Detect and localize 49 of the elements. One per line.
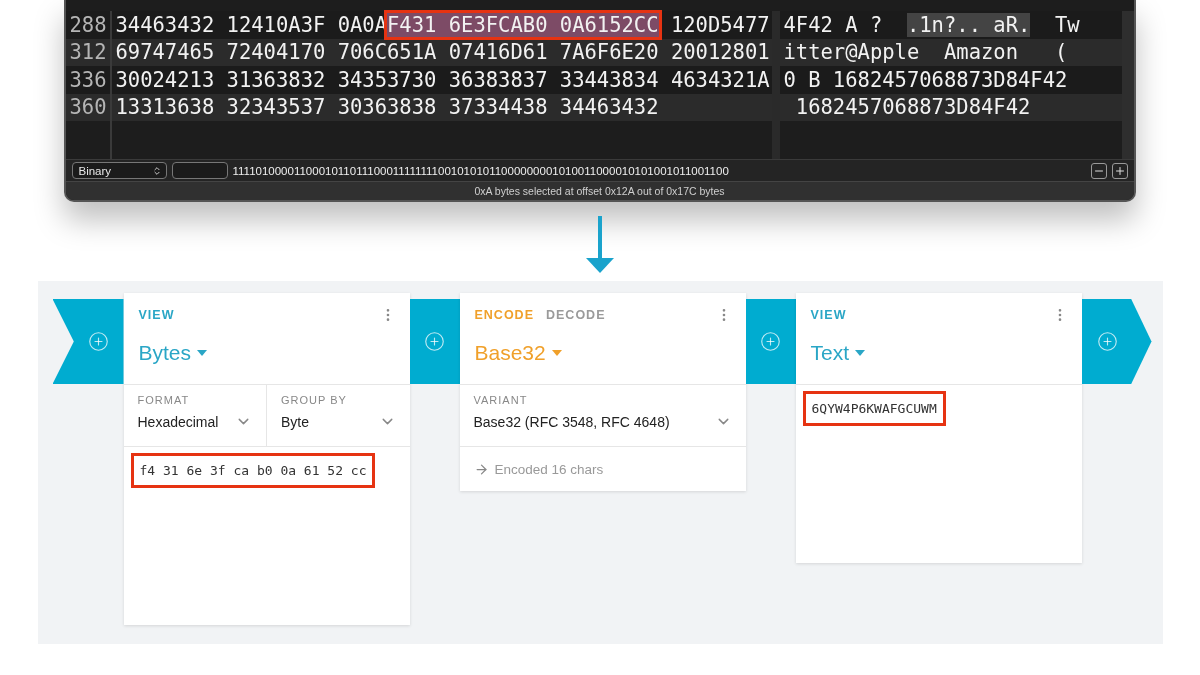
- ascii-text: .1n?.. aR.: [906, 12, 1031, 37]
- hex-bytes: 69747465 72404170 706C651A 07416D61 7A6F6E20 20012801: [115, 40, 770, 65]
- add-icon[interactable]: [1096, 331, 1118, 352]
- caret-icon: [197, 350, 208, 356]
- mode-tab[interactable]: DECODE: [546, 308, 606, 322]
- hex-bytes: 34463432 12410A3F 0A0A: [115, 12, 388, 37]
- add-icon[interactable]: [760, 331, 781, 352]
- hex-bytes: 13313638 32343537 30363838 37334438 34463432: [115, 95, 659, 120]
- ascii-text: itter@Apple Amazon (: [783, 40, 1068, 65]
- field-label: VARIANT: [473, 394, 529, 406]
- hex-bytes: 120D5477: [669, 12, 770, 37]
- chevron-icon: [151, 165, 162, 176]
- select-field[interactable]: Base32 (RFC 3548, RFC 4648): [473, 413, 732, 430]
- ascii-text: 1682457068873D84F42: [794, 95, 1031, 120]
- status-message: Encoded 16 chars: [494, 461, 604, 477]
- field-label: GROUP BY: [281, 394, 348, 406]
- line-offset: 336: [68, 67, 108, 92]
- mode-tab[interactable]: VIEW: [810, 308, 847, 322]
- ascii-text: 4F42 A ?: [783, 12, 884, 37]
- format-select[interactable]: Binary: [71, 162, 167, 179]
- plus-icon: [1113, 164, 1126, 177]
- field-label: FORMAT: [137, 394, 191, 406]
- select-field[interactable]: Byte: [281, 413, 396, 430]
- down-arrow-icon: [584, 216, 616, 274]
- add-icon[interactable]: [87, 331, 109, 352]
- mode-tab[interactable]: VIEW: [138, 308, 175, 322]
- line-offset: 360: [68, 95, 108, 120]
- caret-icon: [551, 350, 562, 356]
- arrow-icon: [473, 461, 489, 477]
- operation-dropdown[interactable]: Base32: [474, 341, 562, 365]
- output-text: f4 31 6e 3f ca b0 0a 61 52 cc: [130, 453, 376, 488]
- output-text: 6QYW4P6KWAFGCUWM: [802, 391, 946, 426]
- zoom-in-button[interactable]: [1111, 162, 1128, 179]
- binary-value: 11110100001100010110111000111111110010101011000000001010011000010101001011001100: [232, 164, 730, 177]
- operation-dropdown[interactable]: Text: [810, 341, 865, 365]
- hex-bytes: F431 6E3FCAB0 0A6152CC: [387, 12, 659, 37]
- mode-tab[interactable]: ENCODE: [474, 308, 534, 322]
- hex-bytes: 30024213 31363832 34353730 36383837 33443834 4634321A: [115, 67, 770, 92]
- caret-icon: [855, 350, 865, 356]
- select-field[interactable]: Hexadecimal: [137, 413, 252, 430]
- ascii-text: 0 B 1682457068873D84F42: [783, 67, 1068, 92]
- status-text: 0xA bytes selected at offset 0x12A out of 0x17C bytes: [474, 185, 725, 197]
- input-field[interactable]: [171, 162, 228, 179]
- ascii-text: Tw: [1054, 12, 1080, 37]
- zoom-out-button[interactable]: [1090, 162, 1107, 179]
- line-offset: 312: [68, 40, 108, 65]
- line-offset: 288: [68, 12, 108, 37]
- operation-dropdown[interactable]: Bytes: [138, 341, 208, 365]
- add-icon[interactable]: [424, 331, 445, 352]
